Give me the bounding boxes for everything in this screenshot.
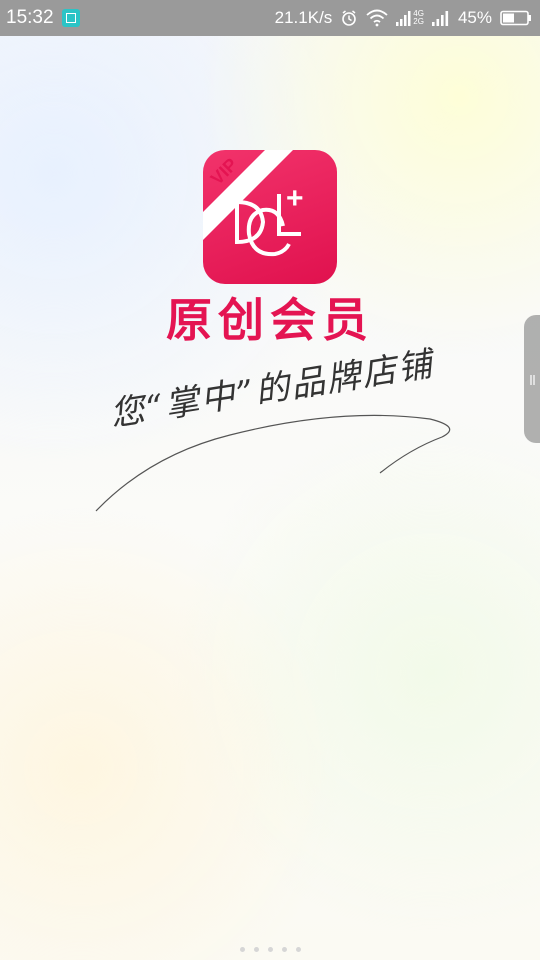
side-floating-handle[interactable] [524,315,540,443]
plus-mark: + [286,182,304,215]
brand-name: 原创会员 [166,293,374,347]
status-bar: 15:32 21.1K/s 4G 2G 45% [0,0,540,36]
status-time: 15:32 [6,7,54,28]
screenshot-scan-icon [61,9,80,27]
app-logo: VIP + [203,150,337,284]
status-right: 21.1K/s 4G 2G 45% [275,8,532,28]
network-type-bottom: 2G [413,17,424,26]
alarm-icon [342,10,357,26]
page-dot[interactable] [239,947,245,952]
slogan-swoosh [95,414,451,512]
page-dot[interactable] [253,947,259,952]
page-indicator [0,947,540,952]
page-dot[interactable] [267,947,273,952]
network-type: 4G 2G [396,10,424,26]
signal-icon [396,11,411,26]
logo-graphic: VIP + [203,150,304,257]
battery-icon [500,10,531,26]
page-dot[interactable] [295,947,301,952]
wifi-icon [366,9,388,27]
page-dot[interactable] [281,947,287,952]
signal-icon-2 [431,11,449,26]
slogan: 您“掌中”的品牌店铺 [90,344,460,525]
status-left: 15:32 [6,7,80,29]
network-speed: 21.1K/s [274,8,333,27]
battery-percent: 45% [457,8,492,27]
